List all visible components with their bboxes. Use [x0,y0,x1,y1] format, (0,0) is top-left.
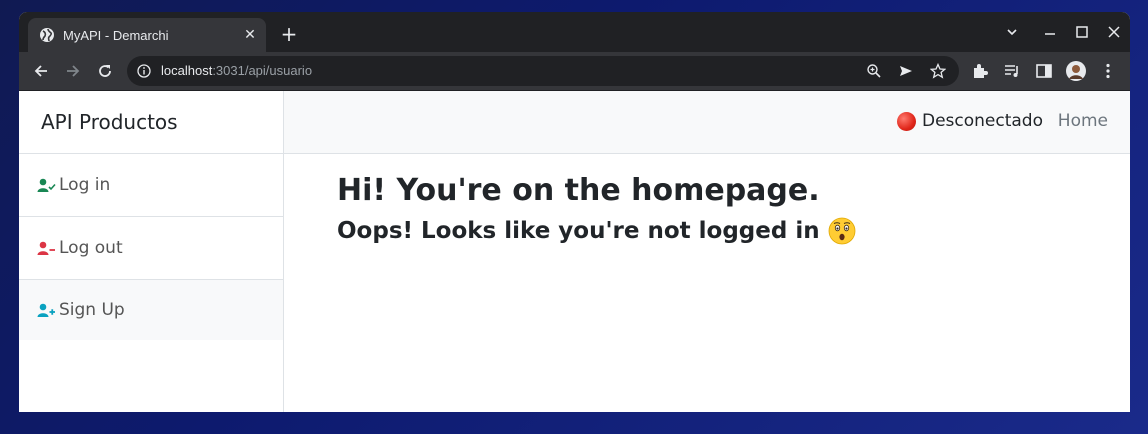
page-subtitle: Oops! Looks like you're not logged in [337,217,856,245]
home-link[interactable]: Home [1058,111,1108,131]
sidebar-item-login[interactable]: Log in [19,154,283,217]
tab-search-icon[interactable] [1002,22,1022,42]
media-queue-icon[interactable] [1002,61,1022,81]
send-icon[interactable] [898,63,914,79]
sidebar-brand[interactable]: API Productos [19,91,283,154]
bookmark-star-icon[interactable] [930,63,946,79]
forward-arrow-icon[interactable] [63,61,83,81]
red-circle-icon [896,111,916,131]
url-path: :3031/api/usuario [212,63,313,78]
globe-icon [40,28,54,42]
url-text: localhost:3031/api/usuario [161,63,312,78]
browser-tab[interactable]: MyAPI - Demarchi ✕ [28,18,266,52]
url-host: localhost [161,63,213,78]
page-title: Hi! You're on the homepage. [337,173,820,208]
zoom-icon[interactable] [866,63,882,79]
sidebar: API Productos Log in Log out Sign Up [19,91,284,412]
top-navbar: Desconectado Home [284,91,1130,154]
status-label: Desconectado [921,111,1043,131]
main-content: Hi! You're on the homepage. Oops! Looks … [337,173,856,245]
address-bar[interactable]: localhost:3031/api/usuario [127,56,959,86]
title-bar: MyAPI - Demarchi ✕ + [19,12,1130,52]
user-minus-icon [37,241,55,255]
sidebar-item-label: Log out [59,238,123,258]
connection-status: Desconectado [896,111,1043,131]
sidebar-item-signup[interactable]: Sign Up [19,280,283,340]
sidebar-item-label: Sign Up [59,300,125,320]
subtitle-text: Oops! Looks like you're not logged in [337,218,820,244]
astonished-face-icon [828,217,855,245]
close-tab-icon[interactable]: ✕ [242,27,258,43]
info-icon[interactable] [137,64,151,78]
browser-toolbar: localhost:3031/api/usuario [19,52,1130,90]
user-check-icon [37,178,56,192]
sidebar-item-logout[interactable]: Log out [19,217,283,280]
tab-title: MyAPI - Demarchi [63,27,169,43]
user-plus-icon [37,303,55,317]
profile-avatar-icon[interactable] [1066,61,1086,81]
new-tab-icon[interactable]: + [279,24,299,44]
maximize-icon[interactable] [1072,22,1092,42]
page-viewport: API Productos Log in Log out Sign Up Des… [19,91,1130,412]
sidebar-item-label: Log in [59,175,111,195]
extensions-icon[interactable] [970,61,990,81]
minimize-icon[interactable] [1040,22,1060,42]
menu-kebab-icon[interactable] [1098,61,1118,81]
browser-window: MyAPI - Demarchi ✕ + localhost:3031/api/… [19,12,1130,412]
reload-icon[interactable] [95,61,115,81]
back-arrow-icon[interactable] [31,61,51,81]
side-panel-icon[interactable] [1034,61,1054,81]
close-window-icon[interactable] [1104,22,1124,42]
